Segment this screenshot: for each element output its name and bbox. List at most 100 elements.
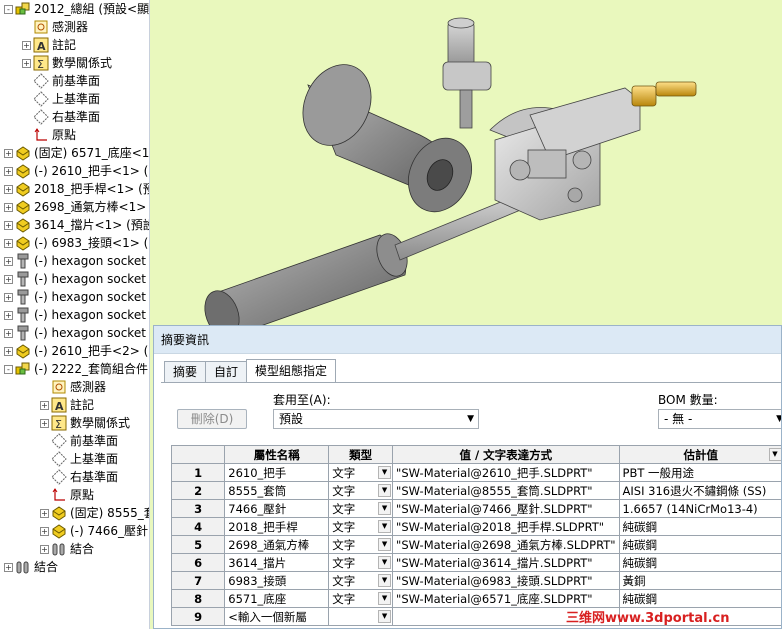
- cell-value-expression[interactable]: "SW-Material@2018_把手桿.SLDPRT"▼: [392, 447, 781, 536]
- cell-type[interactable]: 文字 ▼: [328, 463, 394, 482]
- tree-item[interactable]: + (-) hexagon socket: [4, 288, 146, 306]
- cell-property-name[interactable]: 7466_壓針: [224, 499, 330, 518]
- expand-toggle[interactable]: -: [4, 364, 13, 374]
- tree-item[interactable]: + 結合: [40, 540, 94, 558]
- tree-item[interactable]: +2018_把手桿<1> (預: [4, 180, 149, 198]
- tree-item[interactable]: + (-) hexagon socket: [4, 324, 146, 342]
- tree-item[interactable]: 前基準面: [40, 432, 118, 450]
- expand-toggle[interactable]: +: [40, 400, 49, 410]
- cell-value-expression[interactable]: "SW-Material@2610_把手.SLDPRT"▼: [392, 447, 781, 482]
- tree-item[interactable]: - (-) 2222_套筒組合件: [4, 360, 148, 378]
- expand-toggle[interactable]: +: [4, 166, 13, 176]
- tree-item[interactable]: 右基準面: [40, 468, 118, 486]
- delete-button[interactable]: 刪除(D): [177, 409, 247, 429]
- tree-item[interactable]: + (-) 2610_把手<2> (: [4, 342, 148, 360]
- tree-item[interactable]: 感測器: [40, 378, 106, 396]
- tree-item[interactable]: + Σ 數學關係式: [40, 414, 130, 432]
- tree-item[interactable]: 前基準面: [22, 72, 100, 90]
- cell-evaluated-value[interactable]: 黃銅: [618, 571, 781, 590]
- cell-property-name[interactable]: 6983_接頭: [224, 571, 330, 590]
- tree-item[interactable]: 上基準面: [22, 90, 100, 108]
- table-row[interactable]: 4 2018_把手桿 文字 ▼ "SW-Material@2018_把手桿.SLDPRT…: [170, 447, 781, 536]
- cell-property-name[interactable]: 8555_套筒: [224, 481, 330, 500]
- tree-item[interactable]: 感測器: [22, 18, 88, 36]
- expand-toggle[interactable]: +: [4, 220, 13, 230]
- cell-type[interactable]: ▼: [328, 607, 394, 626]
- table-row[interactable]: 1 2610_把手 文字 ▼"SW-Material@2610_把手.SLDPRT"▼…: [170, 447, 781, 482]
- tree-item[interactable]: 原點: [40, 486, 94, 504]
- cell-property-name[interactable]: 3614_擋片: [224, 553, 330, 572]
- expand-toggle[interactable]: +: [4, 274, 13, 284]
- cell-value-expression[interactable]: "SW-Material@3614_擋片.SLDPRT"▼: [392, 447, 781, 572]
- cell-type[interactable]: 文字 ▼: [328, 517, 394, 536]
- tree-item[interactable]: 上基準面: [40, 450, 118, 468]
- cell-value-expression[interactable]: "SW-Material@7466_壓針.SLDPRT"▼: [392, 447, 781, 518]
- table-row[interactable]: 76983_接頭文字▼"SW-Material@6983_接頭.SLDPRT"▼…: [170, 447, 781, 590]
- expand-toggle[interactable]: +: [4, 256, 13, 266]
- tab-custom[interactable]: 自訂: [205, 361, 248, 382]
- cell-property-name[interactable]: 2698_通氣方棒: [224, 535, 330, 554]
- cell-type[interactable]: 文字 ▼: [328, 553, 394, 572]
- cell-type[interactable]: 文字 ▼: [328, 535, 394, 554]
- cell-property-name[interactable]: 2610_把手: [224, 463, 330, 482]
- expand-toggle[interactable]: -: [4, 4, 13, 14]
- table-row[interactable]: 5 2698_通氣方棒 文字 ▼ "SW-Material@2698_通氣方棒.SLDP…: [170, 447, 781, 554]
- chevron-down-icon[interactable]: ▼: [378, 538, 392, 551]
- cell-type[interactable]: 文字 ▼: [328, 589, 394, 608]
- chevron-down-icon[interactable]: ▼: [378, 610, 392, 623]
- tree-item[interactable]: + 結合: [4, 558, 58, 576]
- chevron-down-icon[interactable]: ▼: [378, 520, 392, 533]
- apply-to-select[interactable]: 預設 ▼: [273, 409, 479, 429]
- chevron-down-icon[interactable]: ▼: [378, 574, 392, 587]
- tree-item[interactable]: + A 註記: [22, 36, 76, 54]
- expand-toggle[interactable]: +: [4, 148, 13, 158]
- chevron-down-icon[interactable]: ▼: [378, 484, 392, 497]
- tree-item[interactable]: +2698_通氣方棒<1>: [4, 198, 146, 216]
- expand-toggle[interactable]: +: [4, 238, 13, 248]
- cell-type[interactable]: 文字 ▼: [328, 499, 394, 518]
- table-row[interactable]: 8 6571_底座 文字 ▼ "SW-Material@6571_底座.SLDPRT" ▼…: [170, 447, 781, 608]
- expand-toggle[interactable]: +: [40, 526, 49, 536]
- cell-evaluated-value[interactable]: 純碳鋼: [618, 589, 781, 608]
- tab-configuration-specific[interactable]: 模型組態指定: [246, 359, 337, 382]
- table-row[interactable]: 63614_擋片文字▼"SW-Material@3614_擋片.SLDPRT"▼…: [170, 447, 781, 572]
- tree-item[interactable]: + (-) hexagon socket: [4, 270, 146, 288]
- expand-toggle[interactable]: +: [40, 418, 49, 428]
- tree-item[interactable]: + (-) hexagon socket: [4, 252, 146, 270]
- cell-evaluated-value[interactable]: AISI 316退火不鏽鋼條 (SS): [618, 481, 781, 500]
- cell-type[interactable]: 文字 ▼: [328, 571, 394, 590]
- chevron-down-icon[interactable]: ▼: [378, 556, 392, 569]
- cell-evaluated-value[interactable]: 純碳鋼: [618, 535, 781, 554]
- tree-item[interactable]: + (-) 2610_把手<1> (: [4, 162, 148, 180]
- expand-toggle[interactable]: +: [40, 508, 49, 518]
- expand-toggle[interactable]: +: [4, 328, 13, 338]
- tab-summary[interactable]: 摘要: [164, 361, 207, 382]
- table-row[interactable]: 37466_壓針文字▼"SW-Material@7466_壓針.SLDPRT"▼…: [170, 447, 781, 518]
- tree-item[interactable]: + Σ 數學關係式: [22, 54, 112, 72]
- cell-value-expression[interactable]: "SW-Material@6571_底座.SLDPRT" ▼: [392, 447, 781, 608]
- cell-property-name[interactable]: 2018_把手桿: [224, 517, 330, 536]
- chevron-down-icon[interactable]: ▼: [378, 592, 392, 605]
- cell-evaluated-value[interactable]: 1.6657 (14NiCrMo13-4): [618, 499, 781, 518]
- tree-item[interactable]: + (固定) 8555_套筒: [40, 504, 149, 522]
- expand-toggle[interactable]: +: [4, 562, 13, 572]
- bom-quantity-select[interactable]: - 無 - ▼: [658, 409, 781, 429]
- chevron-down-icon[interactable]: ▼: [378, 502, 392, 515]
- tree-item[interactable]: + (-) 6983_接頭<1> (: [4, 234, 148, 252]
- cell-property-name[interactable]: <輸入一個新屬: [224, 607, 330, 626]
- cell-evaluated-value[interactable]: PBT 一般用途: [618, 463, 781, 482]
- tree-item[interactable]: - 2012_總組 (預設<顯示:: [4, 0, 149, 18]
- tree-item[interactable]: + (-) hexagon socket: [4, 306, 146, 324]
- cell-value-expression[interactable]: "SW-Material@8555_套筒.SLDPRT"▼: [392, 447, 781, 500]
- expand-toggle[interactable]: +: [40, 544, 49, 554]
- chevron-down-icon[interactable]: ▼: [378, 466, 392, 479]
- expand-toggle[interactable]: +: [4, 292, 13, 302]
- cell-evaluated-value[interactable]: 純碳鋼: [618, 517, 781, 536]
- tree-item[interactable]: + A 註記: [40, 396, 94, 414]
- expand-toggle[interactable]: +: [4, 310, 13, 320]
- expand-toggle[interactable]: +: [22, 58, 31, 68]
- tree-item[interactable]: + (-) 7466_壓針<1: [40, 522, 149, 540]
- tree-item[interactable]: 右基準面: [22, 108, 100, 126]
- cell-evaluated-value[interactable]: 純碳鋼: [618, 553, 781, 572]
- table-row[interactable]: 28555_套筒文字▼"SW-Material@8555_套筒.SLDPRT"▼…: [170, 447, 781, 500]
